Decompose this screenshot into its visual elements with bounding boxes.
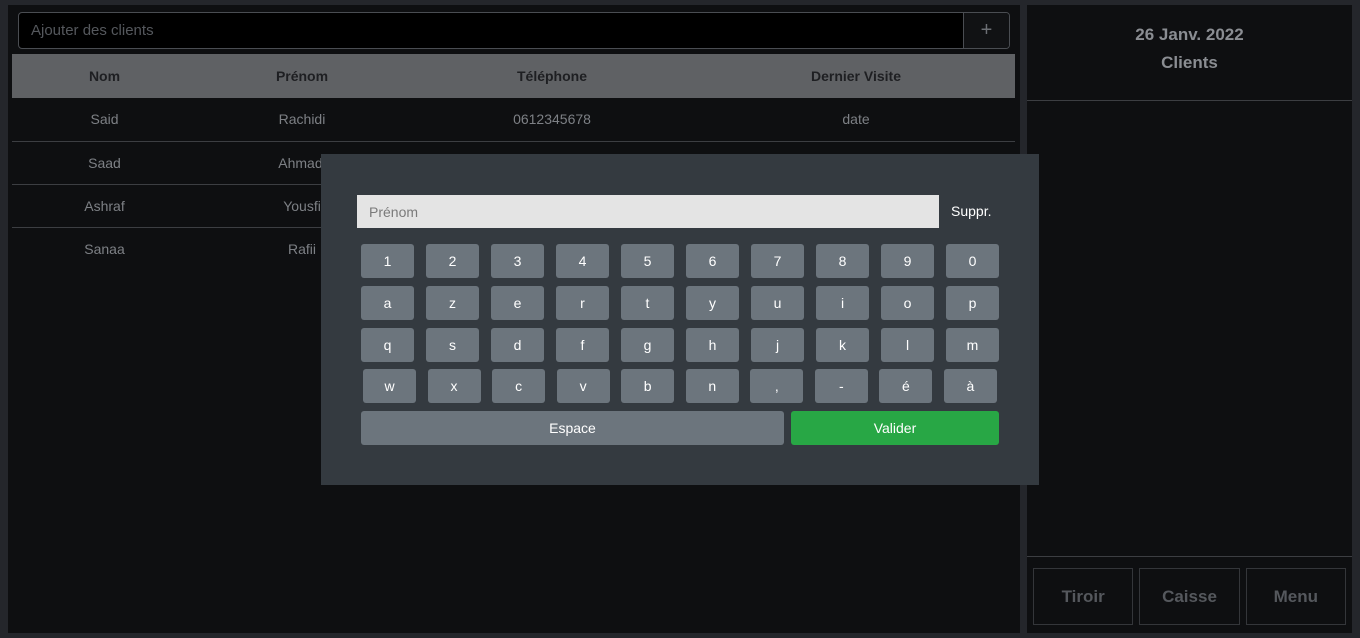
cell-nom: Said [90, 111, 119, 128]
current-date: 26 Janv. 2022 [1135, 25, 1244, 44]
key[interactable]: g [621, 328, 674, 362]
keyboard-row-3: q s d f g h j k l m [361, 328, 999, 362]
column-header-dernier-visite: Dernier Visite [810, 68, 901, 84]
caisse-button[interactable]: Caisse [1139, 568, 1240, 625]
column-header-telephone: Téléphone [516, 68, 587, 84]
page-title: Clients [1161, 53, 1218, 72]
key[interactable]: m [946, 328, 999, 362]
key[interactable]: 1 [361, 244, 414, 278]
keyboard-bottom-row: Espace Valider [361, 411, 999, 445]
keyboard-input-row: Suppr. [357, 195, 1007, 228]
menu-button[interactable]: Menu [1245, 568, 1346, 625]
key[interactable]: p [946, 286, 999, 320]
cell-nom: Sanaa [84, 240, 125, 257]
key[interactable]: h [686, 328, 739, 362]
key[interactable]: 3 [491, 244, 544, 278]
key[interactable]: l [881, 328, 934, 362]
tiroir-button[interactable]: Tiroir [1033, 568, 1134, 625]
key[interactable]: 9 [881, 244, 934, 278]
validate-button[interactable]: Valider [791, 411, 999, 445]
key[interactable]: u [751, 286, 804, 320]
key[interactable]: 5 [621, 244, 674, 278]
column-header-nom: Nom [88, 68, 121, 84]
side-panel: 26 Janv. 2022 Clients Tiroir Caisse Menu [1027, 5, 1352, 633]
keyboard-row-2: a z e r t y u i o p [361, 286, 999, 320]
key[interactable]: j [751, 328, 804, 362]
divider [1027, 556, 1352, 557]
key[interactable]: 7 [751, 244, 804, 278]
prenom-input[interactable] [357, 195, 939, 228]
space-key[interactable]: Espace [361, 411, 784, 445]
keyboard-row-numbers: 1 2 3 4 5 6 7 8 9 0 [361, 244, 999, 278]
key[interactable]: b [621, 369, 675, 403]
key[interactable]: à [943, 369, 997, 403]
key[interactable]: z [426, 286, 479, 320]
key[interactable]: - [814, 369, 868, 403]
key[interactable]: r [556, 286, 609, 320]
key[interactable]: a [361, 286, 414, 320]
key[interactable]: y [686, 286, 739, 320]
key[interactable]: e [491, 286, 544, 320]
key[interactable]: f [556, 328, 609, 362]
key[interactable]: 8 [816, 244, 869, 278]
virtual-keyboard-modal: Suppr. 1 2 3 4 5 6 7 8 9 0 a z e r t y u… [321, 154, 1039, 485]
side-actions: Tiroir Caisse Menu [1033, 568, 1346, 625]
add-client-button[interactable]: + [963, 13, 1009, 48]
key[interactable]: d [491, 328, 544, 362]
key[interactable]: t [621, 286, 674, 320]
key[interactable]: o [881, 286, 934, 320]
key[interactable]: s [426, 328, 479, 362]
key[interactable]: k [816, 328, 869, 362]
key[interactable]: c [492, 369, 546, 403]
key[interactable]: x [427, 369, 481, 403]
cell-prenom: Rachidi [278, 111, 326, 128]
key[interactable]: é [879, 369, 933, 403]
search-bar: + [18, 12, 1010, 49]
search-input[interactable] [19, 13, 963, 48]
table-row[interactable]: Said Rachidi 0612345678 date [12, 98, 1015, 141]
cell-dernier-visite: date [842, 111, 870, 128]
cell-nom: Ashraf [84, 197, 125, 214]
key[interactable]: , [750, 369, 804, 403]
key[interactable]: i [816, 286, 869, 320]
key[interactable]: 6 [686, 244, 739, 278]
key[interactable]: v [556, 369, 610, 403]
cell-nom: Saad [88, 154, 121, 171]
key[interactable]: n [685, 369, 739, 403]
key[interactable]: 4 [556, 244, 609, 278]
key[interactable]: 0 [946, 244, 999, 278]
key[interactable]: w [363, 369, 416, 403]
key[interactable]: 2 [426, 244, 479, 278]
divider [1027, 100, 1352, 101]
keyboard-row-4: w x c v b n , - é à [363, 369, 997, 403]
cell-telephone: 0612345678 [513, 111, 591, 128]
table-header-row: Nom Prénom Téléphone Dernier Visite [12, 54, 1015, 98]
key[interactable]: q [361, 328, 414, 362]
delete-button[interactable]: Suppr. [951, 195, 991, 228]
column-header-prenom: Prénom [275, 68, 329, 84]
